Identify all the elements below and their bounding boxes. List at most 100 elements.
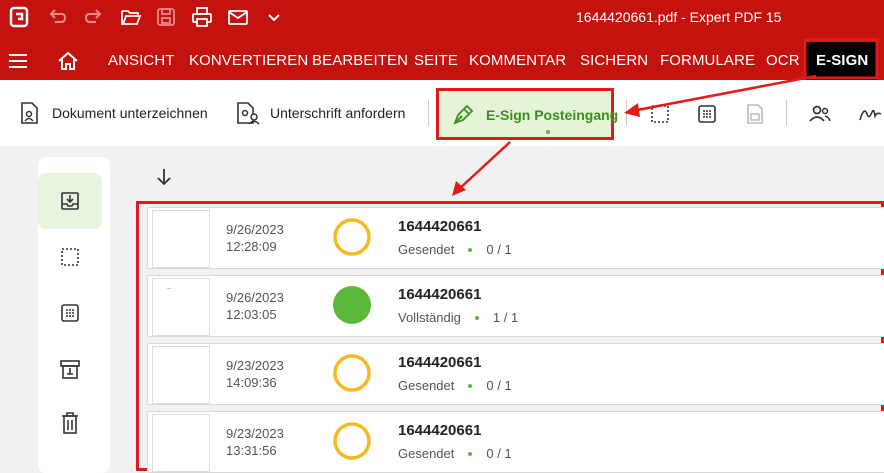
status-text: Gesendet	[398, 446, 455, 461]
esign-ribbon: Dokument unterzeichnen Unterschrift anfo…	[0, 80, 884, 146]
request-signature-icon	[237, 102, 260, 125]
side-selection-button[interactable]	[38, 229, 102, 285]
document-title: 1644420661	[398, 218, 482, 235]
side-trash-button[interactable]	[38, 395, 102, 451]
signature-count: 0 / 1	[486, 242, 512, 257]
document-datetime: 9/26/2023 12:28:09	[226, 221, 284, 255]
document-row[interactable]: 9/23/2023 14:09:36 1644420661 Gesendet 0 …	[147, 343, 884, 405]
separator-dot	[474, 315, 479, 320]
ribbon-divider	[428, 100, 429, 126]
side-panel	[38, 157, 110, 473]
separator-dot	[468, 383, 473, 388]
menu-konvertieren[interactable]: KONVERTIEREN	[189, 52, 308, 69]
document-title: 1644420661	[398, 422, 482, 439]
document-thumbnail	[152, 346, 210, 404]
annotation-arrowhead	[452, 181, 466, 196]
trash-icon	[62, 412, 78, 434]
document-datetime: 9/23/2023 14:09:36	[226, 357, 284, 391]
app-logo-icon[interactable]	[8, 6, 30, 28]
pending-status-icon	[333, 218, 371, 256]
menu-sichern[interactable]: SICHERN	[580, 52, 648, 69]
side-inbox-button[interactable]	[38, 173, 102, 229]
side-form-button[interactable]	[38, 285, 102, 341]
document-datetime: 9/26/2023 12:03:05	[226, 289, 284, 323]
title-bar: 1644420661.pdf - Expert PDF 15	[0, 0, 884, 34]
inbox-download-icon	[61, 192, 79, 210]
sign-document-icon	[21, 102, 38, 124]
form-grid-icon[interactable]	[695, 102, 719, 126]
esign-inbox-label: E-Sign Posteingang	[486, 107, 619, 123]
document-list: 9/26/2023 12:28:09 1644420661 Gesendet 0 …	[136, 201, 884, 473]
save-icon[interactable]	[155, 6, 177, 28]
document-time: 12:03:05	[226, 307, 277, 322]
dotted-grid-icon	[61, 304, 79, 322]
document-date: 9/23/2023	[226, 426, 284, 441]
esign-inbox-button[interactable]: E-Sign Posteingang	[436, 88, 618, 140]
menu-formulare[interactable]: FORMULARE	[660, 52, 755, 69]
window-title: 1644420661.pdf - Expert PDF 15	[576, 9, 782, 25]
document-row[interactable]: 9/23/2023 13:31:56 1644420661 Gesendet 0 …	[147, 411, 884, 473]
chevron-down-icon[interactable]	[263, 6, 285, 28]
active-indicator-dot	[546, 130, 550, 134]
undo-icon[interactable]	[46, 6, 68, 28]
menu-bar: ANSICHT KONVERTIEREN BEARBEITEN SEITE KO…	[0, 42, 884, 80]
document-thumbnail	[152, 278, 210, 336]
document-datetime: 9/23/2023 13:31:56	[226, 425, 284, 459]
document-row[interactable]: 9/26/2023 12:03:05 1644420661 Vollständi…	[147, 275, 884, 337]
contacts-icon[interactable]	[808, 102, 832, 126]
document-title: 1644420661	[398, 354, 482, 371]
status-text: Gesendet	[398, 242, 455, 257]
menu-e-sign[interactable]: E-SIGN	[806, 42, 879, 80]
document-status: Gesendet 0 / 1	[398, 242, 512, 257]
side-archive-button[interactable]	[38, 341, 102, 397]
sort-arrow-down-icon[interactable]	[154, 166, 174, 188]
menu-ansicht[interactable]: ANSICHT	[108, 52, 175, 69]
signature-count: 0 / 1	[486, 446, 512, 461]
select-area-icon[interactable]	[648, 102, 672, 126]
dashed-square-icon	[61, 248, 79, 266]
menu-kommentar[interactable]: KOMMENTAR	[469, 52, 566, 69]
complete-status-icon	[333, 286, 371, 324]
separator-dot	[468, 451, 473, 456]
signature-count: 1 / 1	[492, 310, 519, 325]
document-date: 9/23/2023	[226, 358, 284, 373]
document-status: Vollständig 1 / 1	[398, 310, 518, 325]
sign-document-label: Dokument unterzeichnen	[52, 105, 208, 121]
document-time: 12:28:09	[226, 239, 277, 254]
document-time: 13:31:56	[226, 443, 277, 458]
mail-icon[interactable]	[227, 6, 249, 28]
document-time: 14:09:36	[226, 375, 277, 390]
document-date: 9/26/2023	[226, 290, 284, 305]
menu-bearbeiten[interactable]: BEARBEITEN	[312, 52, 408, 69]
request-signature-button[interactable]: Unterschrift anfordern	[234, 98, 405, 128]
document-title: 1644420661	[398, 286, 482, 303]
document-status: Gesendet 0 / 1	[398, 378, 512, 393]
document-status: Gesendet 0 / 1	[398, 446, 512, 461]
ribbon-divider	[626, 100, 627, 126]
signature-count: 0 / 1	[486, 378, 512, 393]
fountain-pen-icon	[453, 104, 474, 125]
document-row[interactable]: 9/26/2023 12:28:09 1644420661 Gesendet 0 …	[147, 207, 884, 269]
print-icon[interactable]	[191, 6, 213, 28]
status-text: Vollständig	[398, 310, 461, 325]
document-thumbnail	[152, 414, 210, 472]
menu-seite[interactable]: SEITE	[414, 52, 458, 69]
redo-icon[interactable]	[83, 6, 105, 28]
pending-status-icon	[333, 422, 371, 460]
hamburger-menu-icon[interactable]	[8, 51, 28, 71]
signature-icon[interactable]	[858, 102, 882, 126]
home-icon[interactable]	[57, 50, 79, 72]
document-date: 9/26/2023	[226, 222, 284, 237]
archive-icon	[60, 360, 80, 379]
title-bar-divider	[0, 34, 884, 42]
separator-dot	[468, 247, 473, 252]
annotation-arrow-line	[457, 141, 511, 191]
menu-ocr[interactable]: OCR	[766, 52, 800, 69]
ribbon-divider	[786, 100, 787, 126]
sign-document-button[interactable]: Dokument unterzeichnen	[18, 98, 208, 128]
document-thumbnail	[152, 210, 210, 268]
pending-status-icon	[333, 354, 371, 392]
save-document-icon[interactable]	[743, 102, 767, 126]
status-text: Gesendet	[398, 378, 455, 393]
open-folder-icon[interactable]	[120, 6, 142, 28]
